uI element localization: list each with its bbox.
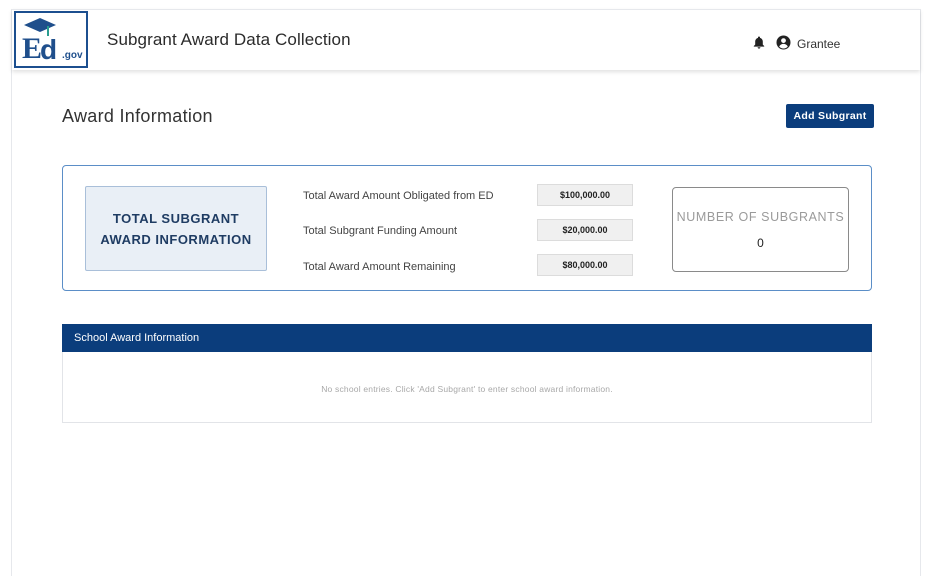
total-subgrant-award-box: TOTAL SUBGRANT AWARD INFORMATION (85, 186, 267, 271)
funding-amount-value: $20,000.00 (537, 219, 633, 241)
user-circle-icon[interactable] (776, 35, 791, 50)
total-subgrant-award-label: TOTAL SUBGRANT AWARD INFORMATION (100, 210, 252, 247)
page-title: Award Information (62, 106, 213, 126)
app-title: Subgrant Award Data Collection (107, 30, 351, 49)
subgrant-count-value: 0 (757, 236, 764, 250)
add-subgrant-button[interactable]: Add Subgrant (786, 104, 874, 128)
top-header: E d .gov Subgrant Award Data Collection … (12, 9, 920, 70)
remaining-amount-label: Total Award Amount Remaining (303, 261, 456, 273)
empty-state-message: No school entries. Click 'Add Subgrant' … (321, 384, 613, 394)
remaining-amount-value: $80,000.00 (537, 254, 633, 276)
app-frame: E d .gov Subgrant Award Data Collection … (11, 9, 921, 576)
subgrant-count-label: NUMBER OF SUBGRANTS (676, 210, 845, 224)
ed-gov-logo-mark: E d .gov (22, 18, 83, 65)
school-award-header-label: School Award Information (74, 332, 200, 344)
school-award-panel: School Award Information No school entri… (62, 324, 872, 423)
user-name[interactable]: Grantee (797, 37, 840, 51)
funding-amount-label: Total Subgrant Funding Amount (303, 225, 458, 237)
obligated-amount-value: $100,000.00 (537, 184, 633, 206)
svg-text:d: d (40, 34, 57, 65)
bell-icon[interactable] (753, 36, 765, 49)
ed-gov-logo[interactable]: E d .gov (14, 11, 88, 68)
obligated-amount-label: Total Award Amount Obligated from ED (303, 190, 494, 202)
school-award-header: School Award Information (62, 324, 872, 352)
svg-text:.gov: .gov (62, 50, 83, 61)
svg-text:E: E (22, 32, 42, 65)
subgrant-count-box: NUMBER OF SUBGRANTS 0 (672, 187, 849, 272)
award-summary-card: TOTAL SUBGRANT AWARD INFORMATION Total A… (62, 165, 872, 291)
